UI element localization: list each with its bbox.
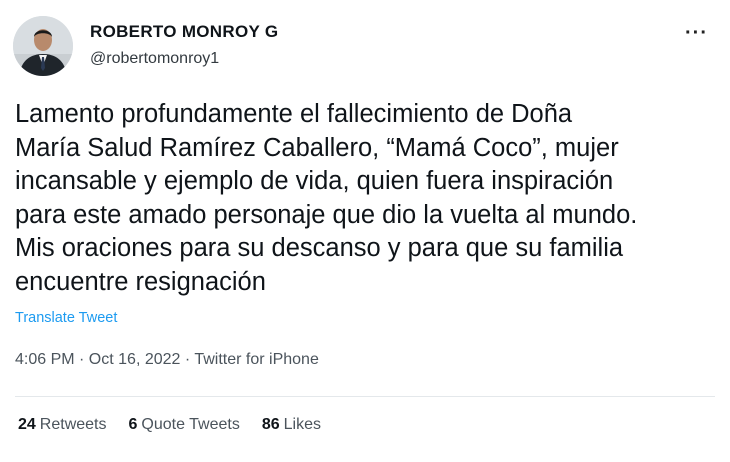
tweet-text: Lamento profundamente el fallecimiento d… <box>15 98 720 299</box>
tweet-text-line: Mis oraciones para su descanso y para qu… <box>15 234 624 262</box>
tweet-text-line: encuentre resignación <box>15 267 266 296</box>
avatar[interactable] <box>13 16 73 76</box>
retweets-label: Retweets <box>39 416 107 433</box>
author-display-name[interactable]: ROBERTO MONROY G <box>90 22 278 42</box>
likes-label: Likes <box>283 416 321 433</box>
divider <box>15 396 715 397</box>
tweet-text-line: para este amado personaje que dio la vue… <box>15 200 638 229</box>
quote-tweets-label: Quote Tweets <box>141 416 240 433</box>
likes-stat[interactable]: 86 Likes <box>262 416 321 434</box>
translate-tweet-link[interactable]: Translate Tweet <box>15 310 117 326</box>
tweet-text-line: Lamento profundamente el fallecimiento d… <box>15 100 573 128</box>
avatar-photo <box>13 16 73 76</box>
retweets-count: 24 <box>18 416 36 433</box>
tweet-timestamp[interactable]: 4:06 PM · Oct 16, 2022 · Twitter for iPh… <box>15 351 319 369</box>
quote-tweets-count: 6 <box>128 416 138 433</box>
more-options-icon[interactable]: ··· <box>685 22 708 45</box>
author-handle[interactable]: @robertomonroy1 <box>90 50 219 68</box>
retweets-stat[interactable]: 24 Retweets <box>18 416 107 434</box>
quote-tweets-stat[interactable]: 6 Quote Tweets <box>129 416 240 434</box>
tweet-text-line: María Salud Ramírez Caballero, “Mamá Coc… <box>15 133 619 162</box>
tweet-text-line: incansable y ejemplo de vida, quien fuer… <box>15 167 614 195</box>
engagement-stats: 24 Retweets 6 Quote Tweets 86 Likes <box>18 416 321 434</box>
likes-count: 86 <box>261 416 280 433</box>
tweet-card: ROBERTO MONROY G @robertomonroy1 ··· Lam… <box>0 0 730 462</box>
